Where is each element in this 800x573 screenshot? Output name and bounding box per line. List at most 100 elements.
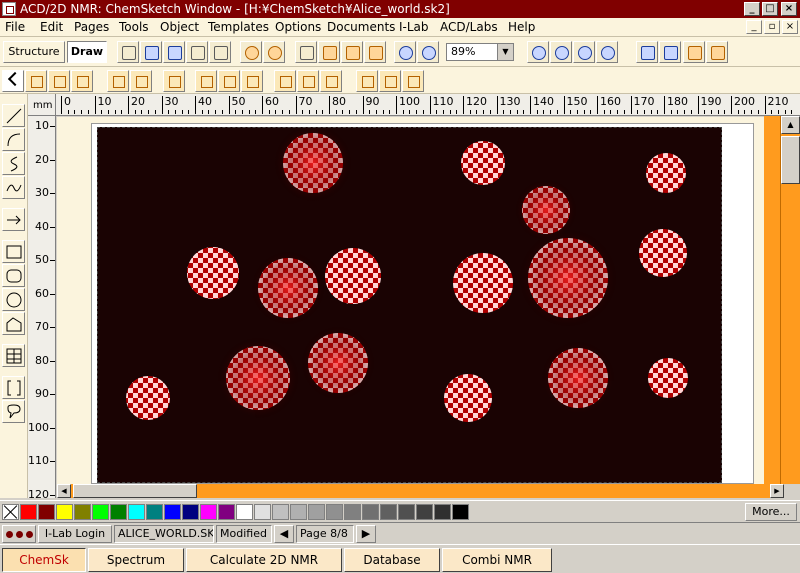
bond-style-icon[interactable] — [527, 41, 549, 63]
color-swatch[interactable] — [362, 504, 379, 520]
new-document-icon[interactable] — [117, 41, 139, 63]
rotate-free-icon[interactable] — [241, 70, 263, 92]
save-icon[interactable] — [163, 41, 185, 63]
maximize-button[interactable]: □ — [762, 2, 778, 16]
align-middle-icon[interactable] — [379, 70, 401, 92]
horizontal-scrollbar[interactable]: ◀ ▶ — [57, 484, 784, 498]
color-swatch[interactable] — [344, 504, 361, 520]
freehand-tool-icon[interactable] — [2, 176, 25, 199]
mdi-close-button[interactable]: × — [782, 20, 798, 34]
color-swatch[interactable] — [56, 504, 73, 520]
redo-icon[interactable] — [263, 41, 285, 63]
ungroup-icon[interactable] — [130, 70, 152, 92]
chart-icon[interactable] — [659, 41, 681, 63]
fill-icon[interactable] — [25, 70, 47, 92]
align-center-icon[interactable] — [297, 70, 319, 92]
color-swatch[interactable] — [434, 504, 451, 520]
app-icon[interactable] — [2, 2, 16, 16]
rectangle-tool-icon[interactable] — [2, 240, 25, 263]
drawing-canvas[interactable] — [57, 117, 764, 484]
menu-documents[interactable]: Documents — [327, 20, 395, 34]
bracket-tool-icon[interactable] — [2, 376, 25, 399]
color-swatch[interactable] — [110, 504, 127, 520]
clean-structure-icon[interactable] — [706, 41, 728, 63]
cut-icon[interactable] — [318, 41, 340, 63]
paste-icon[interactable] — [364, 41, 386, 63]
menu-acdlabs[interactable]: ACD/Labs — [440, 20, 498, 34]
chemsketch-task-button[interactable]: ChemSk — [2, 548, 86, 572]
sphere-icon[interactable] — [596, 41, 618, 63]
open-file-icon[interactable] — [140, 41, 162, 63]
color-swatch[interactable] — [200, 504, 217, 520]
text-box-icon[interactable] — [71, 70, 93, 92]
rounded-rectangle-tool-icon[interactable] — [2, 264, 25, 287]
arc-tool-icon[interactable] — [2, 128, 25, 151]
atom-style-icon[interactable] — [550, 41, 572, 63]
align-bottom-icon[interactable] — [402, 70, 424, 92]
previous-page-button[interactable]: ◀ — [274, 525, 294, 543]
menu-help[interactable]: Help — [508, 20, 535, 34]
color-swatch[interactable] — [416, 504, 433, 520]
color-swatch[interactable] — [308, 504, 325, 520]
connection-indicator-icon[interactable] — [2, 525, 36, 543]
ilab-login-button[interactable]: I-Lab Login — [38, 525, 112, 543]
curve-tool-icon[interactable] — [2, 152, 25, 175]
group-icon[interactable] — [107, 70, 129, 92]
ball-stick-icon[interactable] — [573, 41, 595, 63]
minimize-button[interactable]: _ — [744, 2, 760, 16]
table-icon[interactable] — [636, 41, 658, 63]
rotate-icon[interactable] — [163, 70, 185, 92]
mdi-restore-button[interactable]: ▫ — [764, 20, 780, 34]
structure-mode-button[interactable]: Structure — [3, 41, 65, 63]
print-preview-icon[interactable] — [209, 41, 231, 63]
calculate-2d-nmr-task-button[interactable]: Calculate 2D NMR — [186, 548, 342, 572]
print-icon[interactable] — [186, 41, 208, 63]
color-swatch[interactable] — [290, 504, 307, 520]
more-colors-button[interactable]: More... — [745, 503, 797, 521]
copy-icon[interactable] — [341, 41, 363, 63]
color-swatch[interactable] — [254, 504, 271, 520]
color-swatch[interactable] — [74, 504, 91, 520]
color-swatch[interactable] — [164, 504, 181, 520]
embedded-image[interactable] — [97, 127, 722, 483]
color-swatch[interactable] — [38, 504, 55, 520]
arrow-tool-icon[interactable] — [2, 208, 25, 231]
menu-file[interactable]: File — [5, 20, 25, 34]
menu-options[interactable]: Options — [275, 20, 321, 34]
color-swatch[interactable] — [146, 504, 163, 520]
chevron-down-icon[interactable]: ▼ — [497, 44, 513, 60]
color-swatch[interactable] — [128, 504, 145, 520]
ellipse-tool-icon[interactable] — [2, 288, 25, 311]
color-swatch[interactable] — [326, 504, 343, 520]
draw-mode-button[interactable]: Draw — [67, 41, 107, 63]
eraser-icon[interactable] — [295, 41, 317, 63]
menu-edit[interactable]: Edit — [40, 20, 63, 34]
color-swatch[interactable] — [452, 504, 469, 520]
database-task-button[interactable]: Database — [344, 548, 440, 572]
combi-nmr-task-button[interactable]: Combi NMR — [442, 548, 552, 572]
table-tool-icon[interactable] — [2, 344, 25, 367]
mdi-minimize-button[interactable]: _ — [746, 20, 762, 34]
spectrum-task-button[interactable]: Spectrum — [88, 548, 184, 572]
scroll-left-arrow-icon[interactable]: ◀ — [57, 484, 71, 498]
close-button[interactable]: × — [781, 2, 797, 16]
flip-vertical-icon[interactable] — [218, 70, 240, 92]
color-swatch[interactable] — [236, 504, 253, 520]
zoom-out-icon[interactable] — [417, 41, 439, 63]
color-swatch[interactable] — [272, 504, 289, 520]
color-swatch[interactable] — [92, 504, 109, 520]
color-swatch[interactable] — [218, 504, 235, 520]
menu-tools[interactable]: Tools — [119, 20, 149, 34]
vertical-scroll-thumb[interactable] — [781, 136, 800, 184]
align-top-icon[interactable] — [356, 70, 378, 92]
callout-tool-icon[interactable] — [2, 400, 25, 423]
template-icon[interactable] — [683, 41, 705, 63]
horizontal-scroll-thumb[interactable] — [73, 484, 197, 498]
vertical-scrollbar[interactable]: ▲ — [764, 116, 800, 484]
scroll-up-arrow-icon[interactable]: ▲ — [781, 116, 800, 134]
menu-ilab[interactable]: I-Lab — [399, 20, 429, 34]
color-swatch[interactable] — [398, 504, 415, 520]
menu-pages[interactable]: Pages — [74, 20, 109, 34]
flip-horizontal-icon[interactable] — [195, 70, 217, 92]
undo-icon[interactable] — [240, 41, 262, 63]
